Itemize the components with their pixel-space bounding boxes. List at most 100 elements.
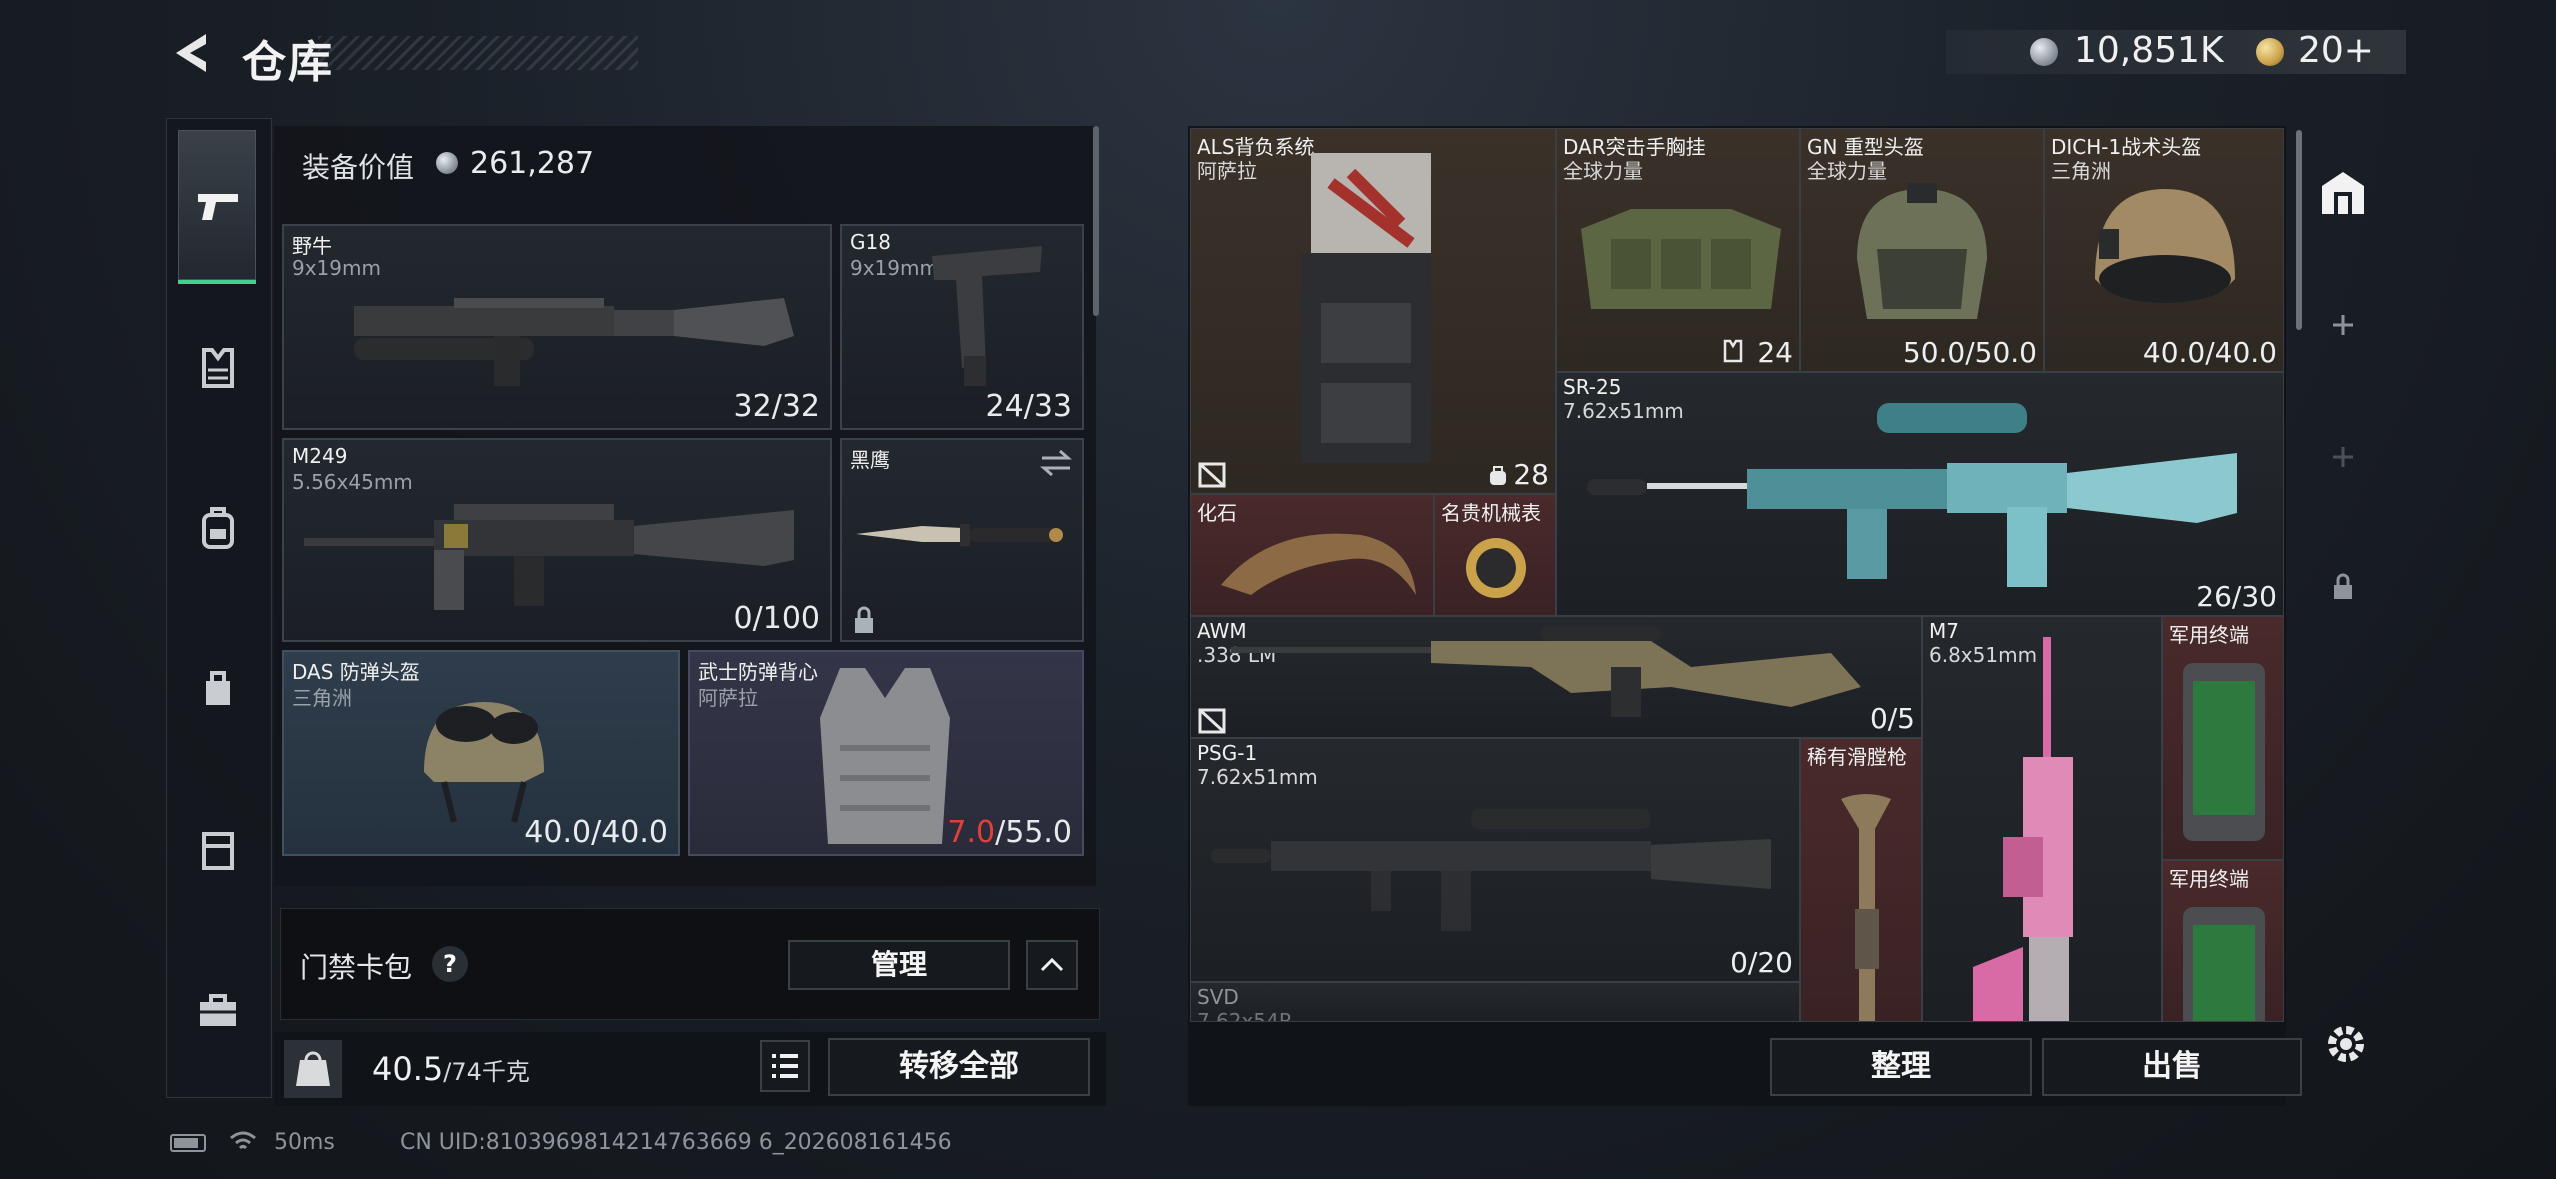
- scrollbar[interactable]: [1093, 126, 1099, 316]
- sniper-rifle-image: [1231, 627, 1861, 717]
- stash-tab-main[interactable]: [2318, 168, 2368, 218]
- durability: 50.0/50.0: [1902, 336, 2037, 369]
- slot-secondary-weapon[interactable]: M249 5.56x45mm 0/100: [282, 438, 832, 642]
- manage-button[interactable]: 管理: [788, 940, 1010, 990]
- equipment-value: 261,287: [470, 146, 595, 181]
- watch-image: [1466, 538, 1526, 598]
- stash-item[interactable]: 军用终端: [2162, 616, 2284, 860]
- item-name: 黑鹰: [850, 448, 890, 472]
- ammo-count: 26/30: [2196, 580, 2277, 613]
- stash-item[interactable]: 军用终端: [2162, 860, 2284, 1022]
- stash-item[interactable]: AWM .338 LM 0/5: [1190, 616, 1922, 738]
- item-name: M7: [1929, 619, 1959, 643]
- warehouse-icon: [2322, 172, 2364, 214]
- coin-icon: [2030, 38, 2058, 66]
- lmg-image: [304, 504, 794, 610]
- toolbox-icon: [200, 994, 236, 1026]
- pouch-icon: [206, 671, 230, 705]
- user-uid: CN UID:8103969814214763669 6_20260816145…: [400, 1130, 952, 1155]
- stash-item[interactable]: 稀有滑膛枪: [1800, 738, 1922, 1022]
- stash-grid: ALS背负系统 阿萨拉 28 DAR突击手胸挂 全球力量 24 GN 重型头盔 …: [1190, 128, 2284, 1022]
- backpack-icon: [202, 507, 234, 549]
- stash-item[interactable]: ALS背负系统 阿萨拉 28: [1190, 128, 1556, 494]
- helmet-image: [2095, 189, 2235, 303]
- unsearched-icon: [1198, 462, 1226, 488]
- scrollbar[interactable]: [2296, 130, 2302, 330]
- rifle-image: [1587, 403, 2237, 587]
- rail-item-toolbox[interactable]: [178, 970, 258, 1050]
- capacity: 24: [1757, 336, 1793, 369]
- weight-current: 40.5: [372, 1050, 444, 1088]
- pistol-icon: [178, 166, 258, 246]
- backpack-small-icon: [1490, 466, 1506, 485]
- safebox-icon: [202, 832, 234, 870]
- item-name: PSG-1: [1197, 741, 1258, 765]
- rail-item-pouch[interactable]: [178, 648, 258, 728]
- access-card-label: 门禁卡包: [300, 951, 413, 984]
- musket-image: [1841, 794, 1891, 1021]
- item-faction: 阿萨拉: [698, 686, 758, 710]
- durability-max: /55.0: [995, 815, 1072, 850]
- item-sub: 7.62x51mm: [1197, 765, 1318, 789]
- stash-item[interactable]: 名贵机械表: [1434, 494, 1556, 616]
- add-stash-tab-button[interactable]: [2328, 310, 2358, 340]
- durability: 40.0/40.0: [2142, 336, 2277, 369]
- battery-icon: [170, 1134, 206, 1152]
- item-name: DAS 防弹头盔: [292, 660, 420, 684]
- ammo-count: 0/20: [1730, 946, 1793, 979]
- stash-item[interactable]: PSG-1 7.62x51mm 0/20: [1190, 738, 1800, 982]
- smg-image: [354, 298, 794, 386]
- gear-icon: [2328, 1026, 2364, 1062]
- list-view-button[interactable]: [760, 1040, 810, 1092]
- weight-max: /74千克: [443, 1058, 530, 1086]
- unsearched-icon: [1198, 708, 1226, 734]
- rail-item-safebox[interactable]: [178, 810, 258, 890]
- item-name: M249: [292, 444, 348, 468]
- stash-item[interactable]: 化石: [1190, 494, 1434, 616]
- durability-current: 7.0: [947, 815, 996, 850]
- sort-button[interactable]: 整理: [1770, 1038, 2032, 1096]
- weight-readout: 40.5/74千克: [372, 1050, 530, 1088]
- sniper-rifle-image: [1211, 809, 1771, 931]
- help-button[interactable]: ?: [432, 946, 468, 982]
- ammo-count: 0/100: [733, 601, 820, 636]
- rail-item-chest-rig[interactable]: [178, 328, 258, 408]
- slot-armor[interactable]: 武士防弹背心 阿萨拉 7.0/55.0: [688, 650, 1084, 856]
- backpack-image: [1301, 153, 1431, 463]
- chevron-up-icon: [1040, 957, 1064, 972]
- locked-stash-tab: [2330, 572, 2356, 602]
- rifle-image: [1973, 637, 2073, 1021]
- stash-item[interactable]: GN 重型头盔 全球力量 50.0/50.0: [1800, 128, 2044, 372]
- stash-item[interactable]: DAR突击手胸挂 全球力量 24: [1556, 128, 1800, 372]
- slot-melee[interactable]: 黑鹰: [840, 438, 1084, 642]
- vest-image: [820, 668, 950, 844]
- item-name: G18: [850, 230, 891, 254]
- wifi-icon: [230, 1131, 256, 1150]
- currency-secondary[interactable]: 20+: [2298, 30, 2374, 71]
- knife-image: [856, 524, 1063, 546]
- stash-item[interactable]: M7 6.8x51mm: [1922, 616, 2162, 1022]
- item-name: SVD: [1197, 985, 1239, 1009]
- coin-icon: [436, 152, 458, 174]
- slot-helmet[interactable]: DAS 防弹头盔 三角洲 40.0/40.0: [282, 650, 680, 856]
- stash-item[interactable]: DICH-1战术头盔 三角洲 40.0/40.0: [2044, 128, 2284, 372]
- stash-item[interactable]: SVD 7.62x54R: [1190, 982, 1800, 1022]
- slot-sidearm[interactable]: G18 9x19mm 24/33: [840, 224, 1084, 430]
- item-name: 稀有滑膛枪: [1807, 745, 1907, 769]
- rail-item-backpack[interactable]: [178, 488, 258, 568]
- collapse-button[interactable]: [1026, 940, 1078, 990]
- back-button[interactable]: [168, 28, 212, 78]
- vest-icon: [202, 348, 234, 388]
- helmet-image: [1857, 183, 1987, 319]
- item-sub: 7.62x54R: [1197, 1009, 1293, 1022]
- premium-coin-icon: [2256, 38, 2284, 66]
- item-name: 武士防弹背心: [698, 660, 818, 684]
- swap-icon[interactable]: [1038, 448, 1074, 478]
- settings-button[interactable]: [2320, 1018, 2372, 1070]
- slot-primary-weapon[interactable]: 野牛 9x19mm 32/32: [282, 224, 832, 430]
- equipment-value-label: 装备价值: [302, 151, 415, 184]
- stash-item[interactable]: SR-25 7.62x51mm 26/30: [1556, 372, 2284, 616]
- ammo-count: 0/5: [1869, 702, 1915, 735]
- sell-button[interactable]: 出售: [2042, 1038, 2302, 1096]
- transfer-all-button[interactable]: 转移全部: [828, 1038, 1090, 1096]
